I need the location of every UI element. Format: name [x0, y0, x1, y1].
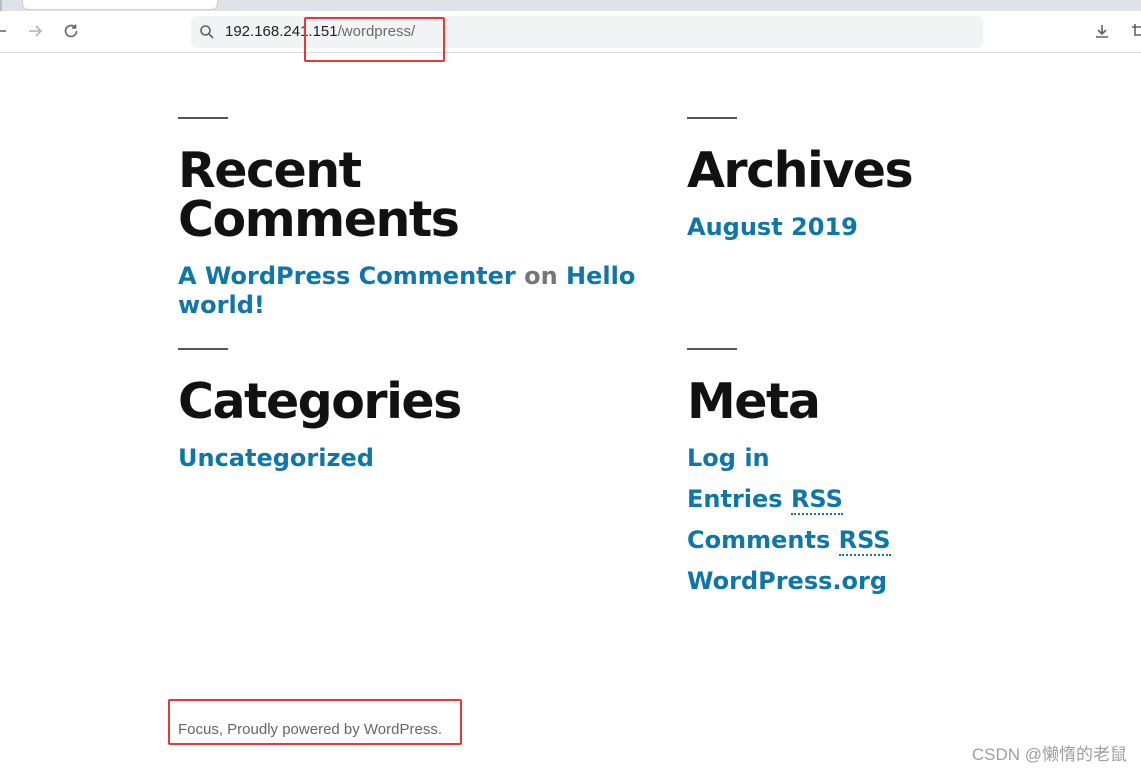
comment-on-text: on [524, 262, 558, 290]
reload-icon[interactable] [59, 19, 83, 43]
widget-divider [178, 348, 228, 350]
comments-rss-link[interactable]: Comments RSS [687, 526, 891, 556]
tab-strip [0, 0, 1141, 11]
list-item: Uncategorized [178, 444, 638, 485]
recent-comment-item: A WordPress Commenter on Hello world! [178, 262, 638, 320]
crop-icon[interactable] [1127, 19, 1141, 43]
watermark: CSDN @懒惰的老鼠 [971, 745, 1127, 764]
list-item: August 2019 [687, 213, 1087, 254]
tab-edge [0, 0, 2, 11]
widget-recent-comments: Recent Comments A WordPress Commenter on… [178, 117, 638, 320]
category-link[interactable]: Uncategorized [178, 444, 374, 472]
comment-author-link[interactable]: A WordPress Commenter [178, 262, 516, 290]
arrow-left-icon[interactable] [0, 19, 12, 43]
entries-label: Entries [687, 485, 783, 513]
widget-title: Archives [687, 142, 914, 199]
rss-abbr: RSS [838, 526, 891, 556]
list-item: Entries RSS [687, 485, 1087, 526]
browser-toolbar: 192.168.241.151/wordpress/ [0, 11, 1141, 53]
widget-title: Categories [178, 373, 462, 430]
url-highlight-box [304, 17, 445, 62]
widget-meta: Meta Log in Entries RSS Comments RSS Wor… [687, 348, 1087, 608]
widget-categories: Categories Uncategorized [178, 348, 638, 485]
active-tab[interactable] [22, 0, 218, 10]
rss-abbr: RSS [790, 485, 843, 515]
log-in-link[interactable]: Log in [687, 444, 770, 472]
download-icon[interactable] [1090, 19, 1114, 43]
archives-list: August 2019 [687, 213, 1087, 254]
site-footer-credit: Focus, Proudly powered by WordPress. [178, 721, 443, 738]
entries-rss-link[interactable]: Entries RSS [687, 485, 843, 515]
archive-link[interactable]: August 2019 [687, 213, 858, 241]
list-item: Comments RSS [687, 526, 1087, 567]
meta-list: Log in Entries RSS Comments RSS WordPres… [687, 444, 1087, 608]
search-icon [199, 24, 215, 44]
categories-list: Uncategorized [178, 444, 638, 485]
widget-divider [178, 117, 228, 119]
wordpress-org-link[interactable]: WordPress.org [687, 567, 887, 595]
post-link-line2: world! [178, 291, 265, 319]
widget-title: Recent Comments [178, 142, 460, 248]
widget-divider [687, 348, 737, 350]
widget-archives: Archives August 2019 [687, 117, 1087, 254]
comments-label: Comments [687, 526, 831, 554]
widget-divider [687, 117, 737, 119]
list-item: Log in [687, 444, 1087, 485]
post-link-line1: Hello [566, 262, 636, 290]
list-item: WordPress.org [687, 567, 1087, 608]
arrow-right-icon[interactable] [23, 19, 47, 43]
widget-title: Meta [687, 373, 821, 430]
